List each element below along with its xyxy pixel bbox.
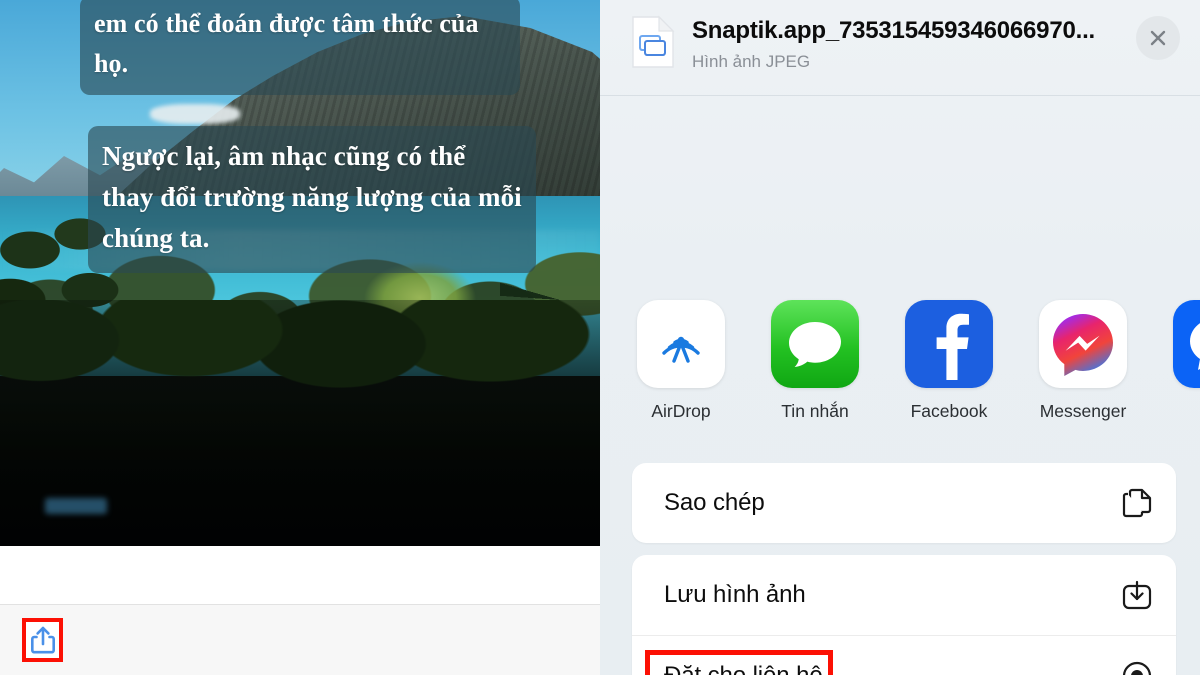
action-label: Lưu hình ảnh — [664, 581, 806, 608]
app-share-row: AirDrop Tin nhắn Facebook Messenger — [600, 300, 1200, 422]
facebook-icon — [936, 313, 969, 380]
card-spacer — [632, 543, 1176, 555]
file-meta: Snaptik.app_735315459346066970... Hình ả… — [692, 17, 1136, 72]
action-row-set-for-contact[interactable]: Đặt cho liên hệ — [632, 635, 1176, 675]
share-sheet-header: Snaptik.app_735315459346066970... Hình ả… — [600, 0, 1200, 96]
messenger-tile — [1039, 300, 1127, 388]
share-target-facebook[interactable]: Facebook — [894, 300, 1004, 422]
action-list: Sao chép Lưu hình ảnh Đặt cho liên hệ — [632, 463, 1176, 675]
share-icon — [30, 626, 55, 654]
app-label: Messenger — [1039, 401, 1127, 421]
share-sheet-panel: Snaptik.app_735315459346066970... Hình ả… — [600, 0, 1200, 675]
file-type: Hình ảnh JPEG — [692, 52, 811, 71]
photo-bottom-fade — [0, 396, 600, 546]
share-target-messenger[interactable]: Messenger — [1028, 300, 1138, 422]
action-card-save-group: Lưu hình ảnh Đặt cho liên hệ — [632, 555, 1176, 675]
image-file-icon — [632, 15, 675, 68]
close-icon — [1150, 30, 1166, 46]
photo-bottom-whitespace — [0, 546, 600, 604]
app-label: AirDrop — [651, 401, 711, 421]
zalo-tile — [1173, 300, 1200, 388]
photo-caption-1: em có thể đoán được tâm thức của họ. — [80, 0, 520, 96]
messages-icon — [789, 322, 841, 367]
photo-viewer[interactable]: em có thể đoán được tâm thức của họ. Ngư… — [0, 0, 600, 546]
action-row-save-image[interactable]: Lưu hình ảnh — [632, 555, 1176, 635]
messages-tile — [771, 300, 859, 388]
download-icon — [1122, 580, 1152, 610]
copy-icon — [1122, 488, 1152, 518]
airdrop-tile — [637, 300, 725, 388]
water-glimpse — [45, 498, 107, 514]
app-label: Tin nhắn — [781, 401, 849, 421]
contact-icon — [1122, 661, 1152, 675]
photo-caption-2: Ngược lại, âm nhạc cũng có thể thay đổi … — [88, 126, 536, 274]
left-panel: em có thể đoán được tâm thức của họ. Ngư… — [0, 0, 600, 675]
action-label: Sao chép — [664, 489, 765, 516]
share-target-messages[interactable]: Tin nhắn — [760, 300, 870, 422]
action-label: Đặt cho liên hệ — [664, 661, 823, 675]
file-name: Snaptik.app_735315459346066970... — [692, 17, 1096, 44]
messenger-icon — [1053, 314, 1113, 376]
airdrop-icon — [662, 336, 700, 363]
screenshot-root: em có thể đoán được tâm thức của họ. Ngư… — [0, 0, 1200, 675]
close-button[interactable] — [1136, 16, 1180, 60]
bottom-toolbar — [0, 604, 600, 675]
share-target-airdrop[interactable]: AirDrop — [626, 300, 736, 422]
app-label: Facebook — [910, 401, 988, 421]
share-button-highlight — [22, 618, 63, 662]
zalo-icon — [1190, 323, 1200, 370]
facebook-tile — [905, 300, 993, 388]
share-target-zalo[interactable]: Zalo — [1162, 300, 1200, 422]
snow-patch — [150, 104, 240, 124]
action-row-copy[interactable]: Sao chép — [632, 463, 1176, 543]
action-card-copy: Sao chép — [632, 463, 1176, 543]
share-button[interactable] — [26, 622, 59, 658]
